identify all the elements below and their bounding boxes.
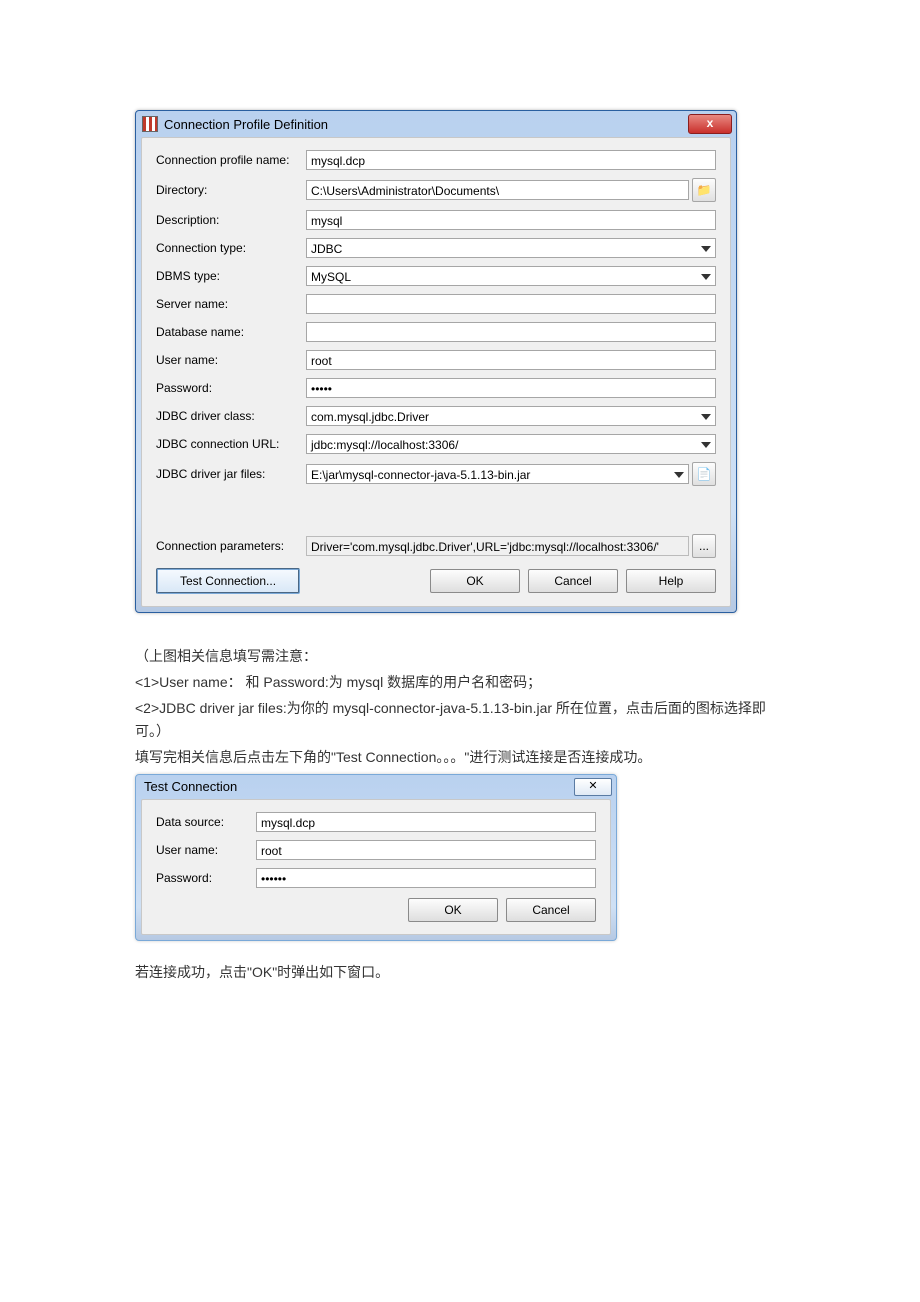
dialog-body: Connection profile name: mysql.dcp Direc… [141,137,731,607]
data-source-label: Data source: [156,815,256,829]
description-input[interactable]: mysql [306,210,716,230]
conn-type-label: Connection type: [156,241,306,255]
user-name-input[interactable]: root [256,840,596,860]
dbms-type-label: DBMS type: [156,269,306,283]
cancel-button[interactable]: Cancel [506,898,596,922]
connection-profile-dialog: Connection Profile Definition x Connecti… [135,110,737,613]
profile-name-input[interactable]: mysql.dcp [306,150,716,170]
close-button[interactable]: x [688,114,732,134]
conn-params-more-button[interactable]: ... [692,534,716,558]
conn-url-select[interactable]: jdbc:mysql://localhost:3306/ [306,434,716,454]
ok-button[interactable]: OK [430,569,520,593]
conn-type-select[interactable]: JDBC [306,238,716,258]
jar-files-select[interactable]: E:\jar\mysql-connector-java-5.1.13-bin.j… [306,464,689,484]
server-name-label: Server name: [156,297,306,311]
doc-text: <1>User name： 和 Password:为 mysql 数据库的用户名… [135,671,785,695]
profile-name-label: Connection profile name: [156,153,306,167]
doc-text: 若连接成功，点击"OK"时弹出如下窗口。 [135,961,785,985]
ok-button[interactable]: OK [408,898,498,922]
conn-url-label: JDBC connection URL: [156,437,306,451]
server-name-input[interactable] [306,294,716,314]
dialog-title: Test Connection [144,779,574,794]
description-label: Description: [156,213,306,227]
close-button[interactable]: ✕ [574,778,612,796]
dialog-body: Data source: mysql.dcp User name: root P… [141,799,611,935]
user-name-label: User name: [156,843,256,857]
browse-folder-button[interactable]: 📁 [692,178,716,202]
app-icon [142,116,158,132]
test-connection-dialog: Test Connection ✕ Data source: mysql.dcp… [135,774,617,941]
browse-jar-button[interactable]: 📄 [692,462,716,486]
jar-files-label: JDBC driver jar files: [156,467,306,481]
test-connection-button[interactable]: Test Connection... [156,568,300,594]
doc-text: （上图相关信息填写需注意： [135,645,785,669]
help-button[interactable]: Help [626,569,716,593]
db-name-label: Database name: [156,325,306,339]
dialog-title: Connection Profile Definition [164,117,688,132]
user-name-input[interactable]: root [306,350,716,370]
directory-input[interactable]: C:\Users\Administrator\Documents\ [306,180,689,200]
password-input[interactable]: •••••• [256,868,596,888]
driver-class-label: JDBC driver class: [156,409,306,423]
conn-params-value: Driver='com.mysql.jdbc.Driver',URL='jdbc… [306,536,689,556]
password-label: Password: [156,871,256,885]
user-name-label: User name: [156,353,306,367]
cancel-button[interactable]: Cancel [528,569,618,593]
doc-text: <2>JDBC driver jar files:为你的 mysql-conne… [135,697,785,745]
title-bar: Connection Profile Definition x [136,111,736,137]
driver-class-select[interactable]: com.mysql.jdbc.Driver [306,406,716,426]
conn-params-label: Connection parameters: [156,539,306,553]
doc-text: 填写完相关信息后点击左下角的"Test Connection。。。"进行测试连接… [135,746,785,770]
db-name-input[interactable] [306,322,716,342]
title-bar: Test Connection ✕ [136,775,616,799]
dbms-type-select[interactable]: MySQL [306,266,716,286]
password-input[interactable]: ••••• [306,378,716,398]
data-source-input[interactable]: mysql.dcp [256,812,596,832]
directory-label: Directory: [156,183,306,197]
password-label: Password: [156,381,306,395]
